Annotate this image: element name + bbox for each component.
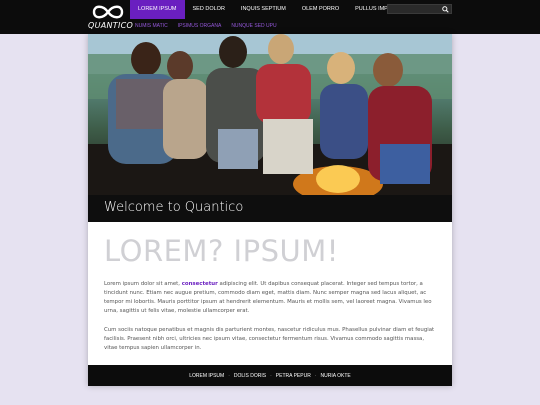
subnav-item-numis-matic[interactable]: NUMIS MATIC [130, 20, 173, 32]
consectetur-link[interactable]: consectetur [182, 281, 218, 287]
subnav-item-nunque-sed-upu[interactable]: NUNQUE SED UPU [226, 20, 281, 32]
footer-link-petra-pepur[interactable]: PETRA PEPUR [272, 373, 315, 379]
nav-item-inquis-septium[interactable]: INQUIS SEPTIUM [233, 0, 294, 19]
nav-item-lorem-ipsum[interactable]: LOREM IPSUM [130, 0, 185, 19]
top-bar: QUANTICO LOREM IPSUM SED DOLOR INQUIS SE… [0, 0, 540, 34]
welcome-title: Welcome to Quantico [104, 200, 244, 215]
search-box [387, 4, 452, 14]
hero-photo [88, 34, 452, 195]
footer-nav: LOREM IPSUM · DOLIS DORIS · PETRA PEPUR … [88, 365, 452, 386]
subnav-item-ipsimus-organa[interactable]: IPSIMUS ORGANA [173, 20, 227, 32]
nav-item-olem-porro[interactable]: OLEM PORRO [294, 0, 347, 19]
welcome-banner: Welcome to Quantico [88, 195, 452, 222]
page-headline: LOREM? IPSUM! [104, 234, 339, 268]
logo[interactable]: QUANTICO [88, 3, 134, 31]
footer-link-lorem-ipsum[interactable]: LOREM IPSUM [185, 373, 228, 379]
sub-nav: NUMIS MATIC IPSIMUS ORGANA NUNQUE SED UP… [130, 20, 282, 32]
hero-image [88, 34, 452, 195]
footer-link-dolis-doris[interactable]: DOLIS DORIS [230, 373, 270, 379]
main-content: Welcome to Quantico LOREM? IPSUM! Lorem … [88, 34, 452, 386]
search-input[interactable] [388, 5, 448, 13]
footer-link-nuria-okte[interactable]: NURIA OKTE [316, 373, 354, 379]
nav-item-sed-dolor[interactable]: SED DOLOR [185, 0, 233, 19]
paragraph-text: Lorem ipsum dolor sit amet, [104, 281, 182, 287]
body-paragraph-2: Cum sociis natoque penatibus et magnis d… [104, 327, 435, 351]
infinity-icon [92, 5, 124, 19]
main-nav: LOREM IPSUM SED DOLOR INQUIS SEPTIUM OLE… [130, 0, 408, 19]
body-paragraph-1: Lorem ipsum dolor sit amet, consectetur … [104, 280, 436, 316]
brand-name: QUANTICO [88, 21, 134, 30]
search-icon[interactable] [442, 6, 449, 13]
